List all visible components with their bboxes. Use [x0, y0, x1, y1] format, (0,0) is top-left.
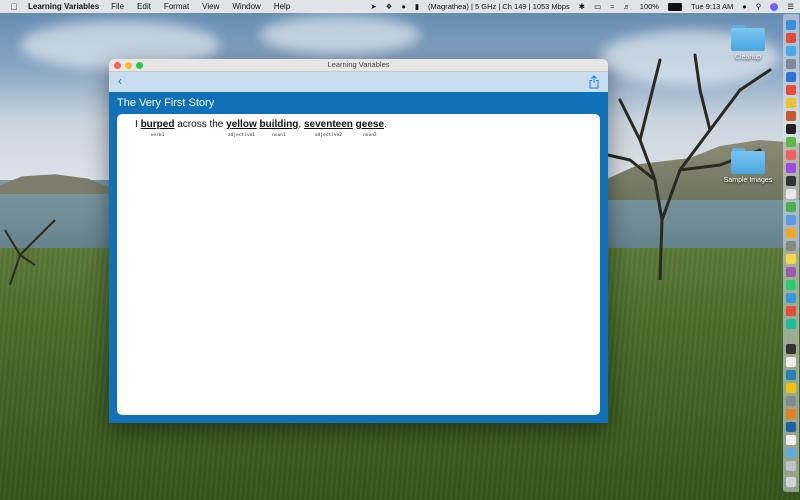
learning-variables-icon[interactable]: [786, 319, 796, 329]
menu-clock[interactable]: Tue 9:13 AM: [691, 2, 733, 11]
window-title: Learning Variables: [327, 60, 390, 69]
books-icon[interactable]: [786, 111, 796, 121]
applications-stack-icon[interactable]: [786, 461, 796, 471]
variable-tag: noun2: [363, 133, 377, 138]
airplay-icon[interactable]: ▭: [594, 2, 601, 11]
window-titlebar[interactable]: Learning Variables: [109, 59, 608, 72]
evernote-icon[interactable]: ●: [401, 2, 406, 11]
share-icon[interactable]: [588, 75, 600, 89]
preview-icon[interactable]: [786, 189, 796, 199]
menu-bar:  Learning Variables File Edit Format Vi…: [0, 0, 800, 13]
xcode-icon[interactable]: [786, 254, 796, 264]
notification-center-icon[interactable]: ☰: [787, 2, 794, 11]
maps-icon[interactable]: [786, 293, 796, 303]
reminders-icon[interactable]: [786, 306, 796, 316]
numbers-icon[interactable]: [786, 202, 796, 212]
sentence-text: across the: [177, 119, 224, 130]
shrub-silhouette: [4, 219, 56, 285]
apple-menu-icon[interactable]: : [0, 2, 28, 12]
system-preferences-icon[interactable]: [786, 241, 796, 251]
photos-icon[interactable]: [786, 85, 796, 95]
dock: [783, 14, 799, 492]
instruments-icon[interactable]: [786, 267, 796, 277]
downloads-icon[interactable]: [786, 422, 796, 432]
terminal-icon[interactable]: [786, 124, 796, 134]
finder-icon[interactable]: [786, 20, 796, 30]
variable-word-noun1[interactable]: building noun1: [260, 119, 299, 138]
archive-icon[interactable]: [786, 409, 796, 419]
bluetooth-icon[interactable]: ✱: [579, 2, 585, 11]
trash-icon[interactable]: [786, 477, 796, 487]
keynote-icon[interactable]: [786, 215, 796, 225]
mail-icon[interactable]: [786, 59, 796, 69]
siri-icon[interactable]: [770, 2, 779, 11]
safari-icon[interactable]: [786, 46, 796, 56]
activity-monitor-icon[interactable]: [786, 176, 796, 186]
variable-tag: noun1: [272, 133, 286, 138]
podcasts-icon[interactable]: [786, 163, 796, 173]
notes-icon[interactable]: [786, 98, 796, 108]
spotlight-search-icon[interactable]: ⚲: [756, 2, 762, 11]
stickies-icon[interactable]: [786, 383, 796, 393]
close-window-button[interactable]: [114, 62, 121, 69]
variable-tag: adjective2: [314, 133, 342, 138]
wifi-status-text[interactable]: (Magrathea) | 5 GHz | Ch 149 | 1053 Mbps: [428, 2, 570, 11]
location-arrow-icon[interactable]: ➤: [370, 2, 376, 11]
stack-icon[interactable]: [786, 448, 796, 458]
messages-icon[interactable]: [786, 137, 796, 147]
desktop-folder-label: Sample Images: [723, 177, 773, 184]
console-icon[interactable]: [786, 344, 796, 354]
sentence-text: I: [135, 119, 138, 130]
app-store-icon[interactable]: [786, 72, 796, 82]
variable-word-adjective1[interactable]: yellow adjective1: [226, 119, 257, 138]
story-title: The Very First Story: [117, 97, 215, 109]
dropbox-icon[interactable]: ❖: [386, 2, 393, 11]
battery-icon[interactable]: [667, 2, 682, 11]
menu-help[interactable]: Help: [274, 2, 290, 11]
menu-window[interactable]: Window: [232, 2, 260, 11]
disk-utility-icon[interactable]: [786, 396, 796, 406]
variable-tag: adjective1: [227, 133, 255, 138]
textedit-icon[interactable]: [786, 357, 796, 367]
story-content-panel: I burped verb1 across the yellow adjective…: [117, 114, 600, 415]
music-icon[interactable]: [786, 150, 796, 160]
user-icon[interactable]: ●: [742, 2, 747, 11]
calendar-icon[interactable]: [786, 33, 796, 43]
documents-icon[interactable]: [786, 435, 796, 445]
app-menu[interactable]: Learning Variables: [28, 2, 99, 11]
sentence-punctuation: ,: [298, 119, 302, 130]
desktop-folder-label: Cleanup: [734, 54, 762, 61]
pages-icon[interactable]: [786, 228, 796, 238]
sentence-punctuation: .: [384, 119, 387, 130]
menu-view[interactable]: View: [202, 2, 219, 11]
desktop-folder-sample-images[interactable]: Sample Images: [713, 148, 783, 184]
folder-icon: [731, 148, 765, 174]
menu-format[interactable]: Format: [164, 2, 189, 11]
story-sentence: I burped verb1 across the yellow adjective…: [135, 119, 387, 138]
variable-word-noun2[interactable]: geese noun2: [356, 119, 384, 138]
back-chevron-icon[interactable]: ‹: [113, 74, 127, 89]
wifi-icon[interactable]: ≈: [610, 2, 614, 11]
minimize-window-button[interactable]: [125, 62, 132, 69]
trello-icon[interactable]: [786, 370, 796, 380]
window-toolbar: ‹: [109, 72, 608, 92]
variable-word-verb1[interactable]: burped verb1: [141, 119, 175, 138]
volume-icon[interactable]: ♬: [623, 2, 631, 11]
zoom-window-button[interactable]: [136, 62, 143, 69]
menu-edit[interactable]: Edit: [137, 2, 151, 11]
app-window: Learning Variables ‹ The Very First Stor…: [109, 59, 608, 423]
battery-percentage[interactable]: 100%: [640, 2, 659, 11]
folder-icon: [731, 25, 765, 51]
desktop-folder-cleanup[interactable]: Cleanup: [713, 25, 783, 61]
variable-tag: verb1: [150, 133, 165, 138]
variable-word-adjective2[interactable]: seventeen adjective2: [304, 119, 353, 138]
signal-bars-icon[interactable]: ▮: [415, 2, 419, 11]
facetime-icon[interactable]: [786, 280, 796, 290]
menu-file[interactable]: File: [111, 2, 124, 11]
